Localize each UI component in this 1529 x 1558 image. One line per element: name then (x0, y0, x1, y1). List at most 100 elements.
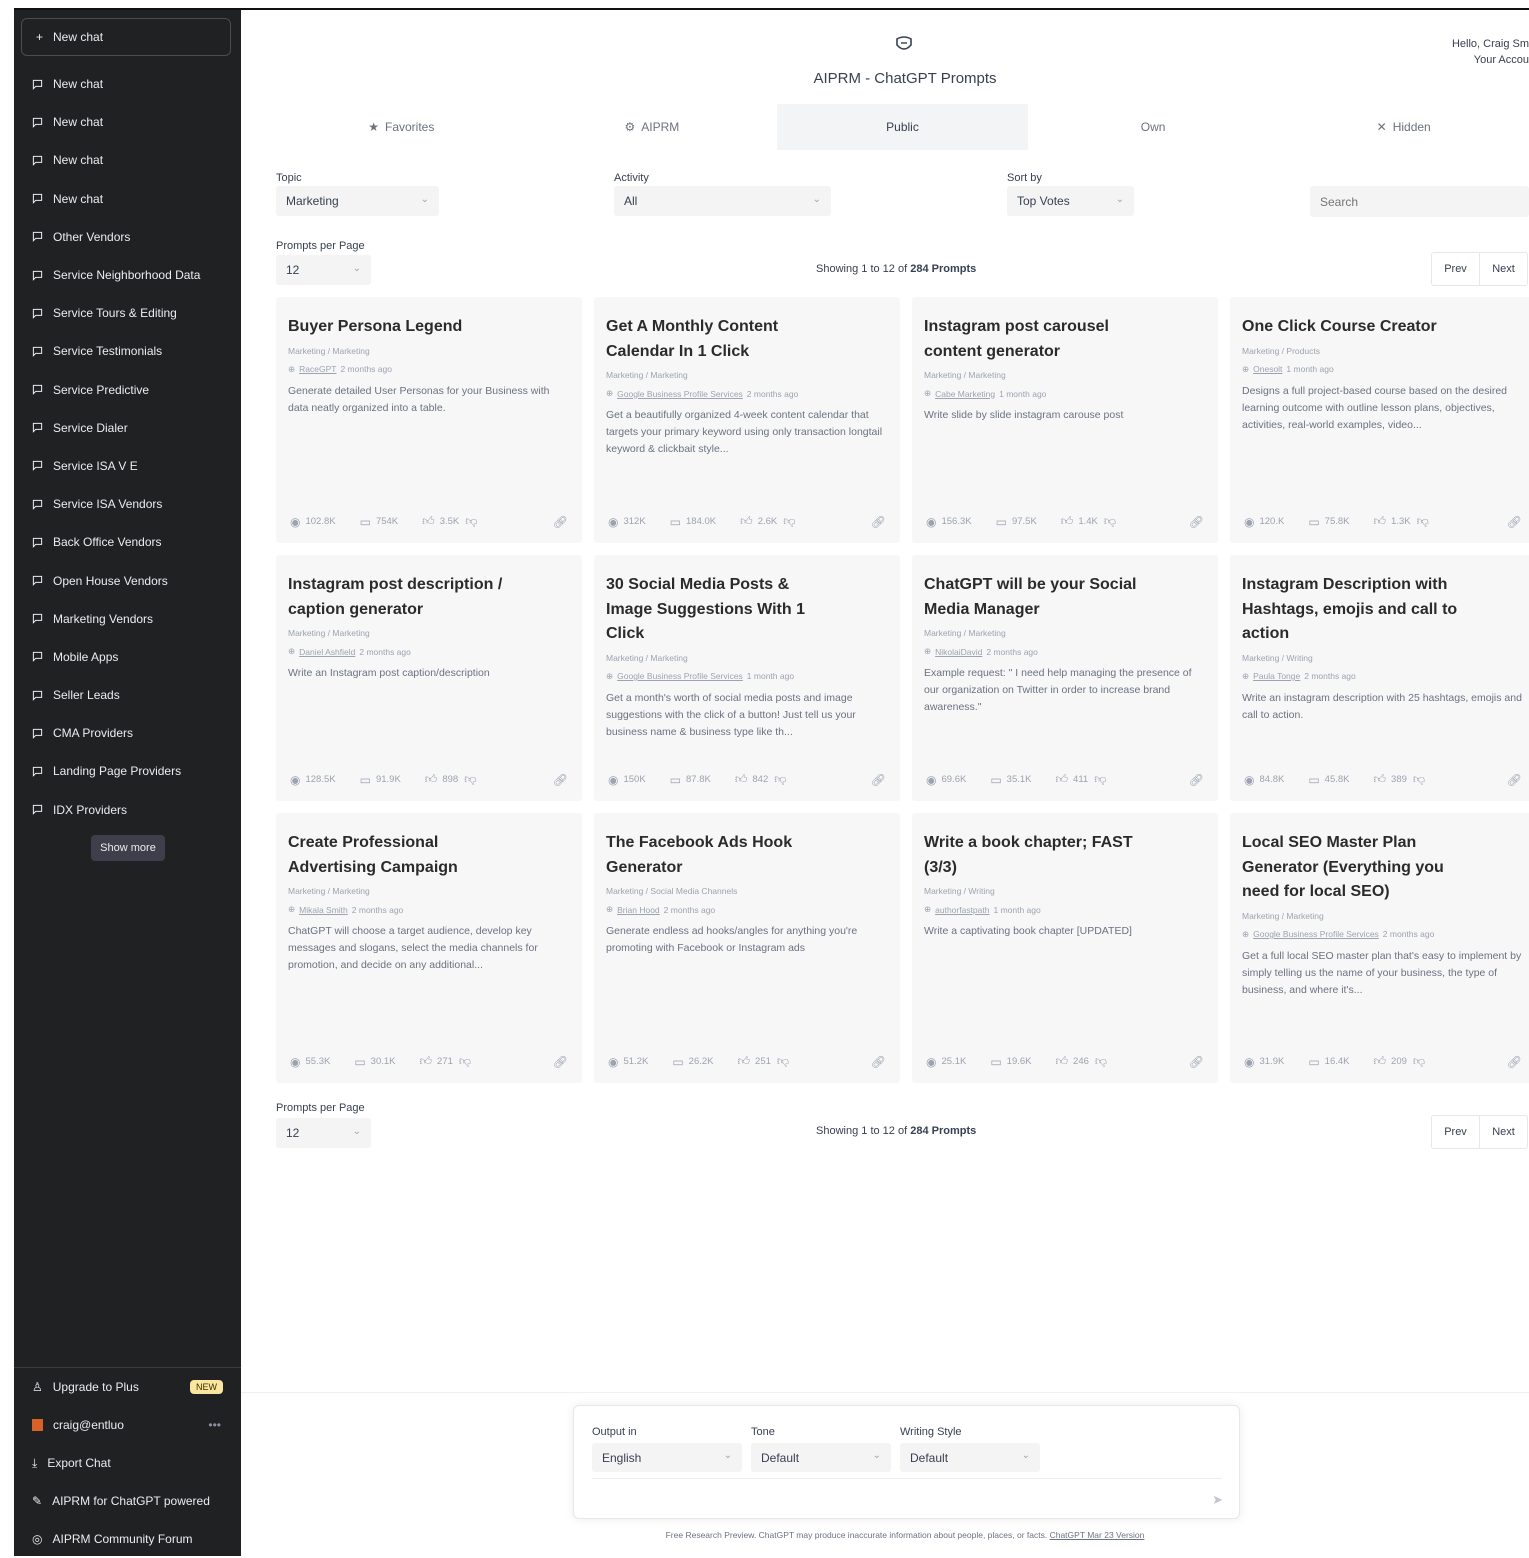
output-language-select[interactable]: English ⌄ (592, 1443, 742, 1472)
topic-select[interactable]: Marketing ⌄ (276, 186, 439, 216)
conversation-item[interactable]: Back Office Vendors (14, 523, 241, 561)
conversation-item[interactable]: IDX Providers (14, 791, 241, 829)
author-link[interactable]: authorfastpath (935, 905, 989, 915)
author-link[interactable]: Google Business Profile Services (1253, 929, 1379, 939)
export-chat-button[interactable]: ⤓ Export Chat (14, 1444, 241, 1482)
version-link[interactable]: ChatGPT Mar 23 Version (1050, 1530, 1145, 1540)
likes-stat[interactable]: 👍︎ 246 (1055, 1054, 1088, 1069)
prompt-card[interactable]: Buyer Persona Legend Marketing / Marketin… (276, 297, 582, 543)
prev-button[interactable]: Prev (1432, 1116, 1479, 1148)
thumbs-down-icon[interactable]: 👎︎ (774, 772, 786, 787)
likes-stat[interactable]: 👍︎ 2.6K (740, 514, 777, 529)
likes-stat[interactable]: 👍︎ 411 (1055, 772, 1088, 787)
link-icon[interactable]: 🔗︎ (1507, 1055, 1522, 1069)
prompt-card[interactable]: Get A Monthly Content Calendar In 1 Clic… (594, 297, 900, 543)
thumbs-down-icon[interactable]: 👎︎ (783, 514, 795, 529)
conversation-item[interactable]: Other Vendors (14, 218, 241, 256)
author-link[interactable]: RaceGPT (299, 364, 336, 374)
upgrade-to-plus-button[interactable]: ♙ Upgrade to Plus NEW (14, 1368, 241, 1406)
likes-stat[interactable]: 👍︎ 898 (425, 772, 458, 787)
more-options-icon[interactable]: ••• (208, 1418, 221, 1432)
tab-favorites[interactable]: ★ Favorites (276, 104, 527, 150)
prompt-card[interactable]: Instagram Description with Hashtags, emo… (1230, 555, 1529, 801)
prompt-card[interactable]: 30 Social Media Posts & Image Suggestion… (594, 555, 900, 801)
tab-public[interactable]: Public (777, 104, 1028, 150)
conversation-item[interactable]: New chat (14, 65, 241, 103)
thumbs-down-icon[interactable]: 👎︎ (1104, 514, 1116, 529)
likes-stat[interactable]: 👍︎ 1.3K (1373, 514, 1410, 529)
aiprm-powered-link[interactable]: ✎ AIPRM for ChatGPT powered (14, 1482, 241, 1520)
prompt-card[interactable]: The Facebook Ads Hook Generator Marketing… (594, 813, 900, 1083)
thumbs-down-icon[interactable]: 👎︎ (1095, 1054, 1107, 1069)
likes-stat[interactable]: 👍︎ 209 (1373, 1054, 1406, 1069)
conversation-item[interactable]: Service Neighborhood Data (14, 256, 241, 294)
prev-button[interactable]: Prev (1432, 253, 1479, 285)
user-account-menu[interactable]: craig@entluo ••• (14, 1406, 241, 1444)
tone-select[interactable]: Default ⌄ (751, 1443, 891, 1472)
thumbs-down-icon[interactable]: 👎︎ (465, 514, 477, 529)
message-input[interactable] (592, 1478, 1222, 1509)
prompts-per-page-select[interactable]: 12 ⌄ (276, 255, 371, 285)
thumbs-down-icon[interactable]: 👎︎ (1094, 772, 1106, 787)
author-link[interactable]: Daniel Ashfield (299, 647, 355, 657)
tab-own[interactable]: Own (1028, 104, 1279, 150)
likes-stat[interactable]: 👍︎ 842 (735, 772, 768, 787)
new-chat-button[interactable]: + New chat (21, 18, 231, 56)
next-button[interactable]: Next (1479, 1116, 1527, 1148)
conversation-item[interactable]: Seller Leads (14, 676, 241, 714)
show-more-button[interactable]: Show more (91, 835, 165, 861)
likes-stat[interactable]: 👍︎ 271 (419, 1054, 452, 1069)
send-icon[interactable]: ➤ (1212, 1492, 1223, 1508)
prompts-per-page-select-bottom[interactable]: 12 ⌄ (276, 1118, 371, 1148)
prompt-card[interactable]: Instagram post description / caption gen… (276, 555, 582, 801)
conversation-item[interactable]: Service Tours & Editing (14, 294, 241, 332)
prompt-card[interactable]: Local SEO Master Plan Generator (Everyth… (1230, 813, 1529, 1083)
conversation-item[interactable]: New chat (14, 103, 241, 141)
writing-style-select[interactable]: Default ⌄ (900, 1443, 1040, 1472)
prompt-card[interactable]: Create Professional Advertising Campaign… (276, 813, 582, 1083)
link-icon[interactable]: 🔗︎ (871, 1055, 886, 1069)
author-link[interactable]: Onesolt (1253, 364, 1282, 374)
link-icon[interactable]: 🔗︎ (871, 515, 886, 529)
community-forum-link[interactable]: ◎ AIPRM Community Forum (14, 1520, 241, 1558)
conversation-item[interactable]: Service Testimonials (14, 332, 241, 370)
conversation-item[interactable]: Service Predictive (14, 371, 241, 409)
thumbs-down-icon[interactable]: 👎︎ (1413, 772, 1425, 787)
conversation-item[interactable]: Service Dialer (14, 409, 241, 447)
thumbs-down-icon[interactable]: 👎︎ (464, 772, 476, 787)
conversation-item[interactable]: Mobile Apps (14, 638, 241, 676)
activity-select[interactable]: All ⌄ (614, 186, 831, 216)
prompt-card[interactable]: One Click Course Creator Marketing / Prod… (1230, 297, 1529, 543)
author-link[interactable]: Google Business Profile Services (617, 671, 743, 681)
link-icon[interactable]: 🔗︎ (1507, 773, 1522, 787)
search-input[interactable] (1310, 186, 1529, 217)
conversation-item[interactable]: New chat (14, 141, 241, 179)
conversation-item[interactable]: Service ISA V E (14, 447, 241, 485)
tab-hidden[interactable]: ✕ Hidden (1278, 104, 1529, 150)
conversation-item[interactable]: CMA Providers (14, 714, 241, 752)
your-account-link[interactable]: Your Accou (1452, 52, 1529, 68)
conversation-item[interactable]: Service ISA Vendors (14, 485, 241, 523)
thumbs-down-icon[interactable]: 👎︎ (459, 1054, 471, 1069)
link-icon[interactable]: 🔗︎ (1189, 773, 1204, 787)
prompt-card[interactable]: Instagram post carousel content generato… (912, 297, 1218, 543)
link-icon[interactable]: 🔗︎ (1507, 515, 1522, 529)
prompt-card[interactable]: Write a book chapter; FAST (3/3) Marketin… (912, 813, 1218, 1083)
author-link[interactable]: Cabe Marketing (935, 389, 995, 399)
conversation-item[interactable]: Landing Page Providers (14, 752, 241, 790)
author-link[interactable]: Paula Tonge (1253, 671, 1300, 681)
thumbs-down-icon[interactable]: 👎︎ (1413, 1054, 1425, 1069)
sort-select[interactable]: Top Votes ⌄ (1007, 186, 1134, 216)
tab-aiprm[interactable]: ⚙ AIPRM (527, 104, 778, 150)
thumbs-down-icon[interactable]: 👎︎ (1417, 514, 1429, 529)
author-link[interactable]: Mikala Smith (299, 905, 348, 915)
link-icon[interactable]: 🔗︎ (553, 515, 568, 529)
conversation-item[interactable]: Open House Vendors (14, 561, 241, 599)
next-button[interactable]: Next (1479, 253, 1527, 285)
author-link[interactable]: NikolaiDavid (935, 647, 982, 657)
likes-stat[interactable]: 👍︎ 251 (737, 1054, 770, 1069)
thumbs-down-icon[interactable]: 👎︎ (777, 1054, 789, 1069)
likes-stat[interactable]: 👍︎ 3.5K (422, 514, 459, 529)
link-icon[interactable]: 🔗︎ (553, 773, 568, 787)
likes-stat[interactable]: 👍︎ 1.4K (1061, 514, 1098, 529)
